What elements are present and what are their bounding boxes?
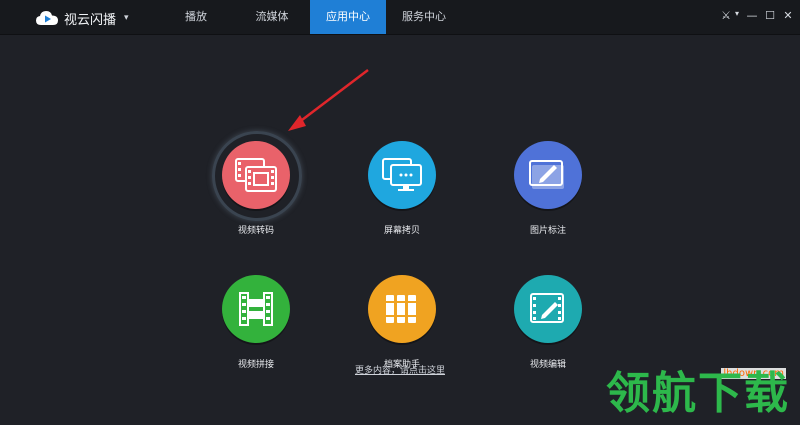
tab-play[interactable]: 播放 bbox=[158, 0, 234, 34]
video-splice-icon bbox=[239, 292, 273, 326]
cloud-play-logo-icon bbox=[36, 9, 58, 27]
tab-streaming[interactable]: 流媒体 bbox=[234, 0, 310, 34]
window-controls: ⚔ ▾ — ☐ ✕ bbox=[720, 9, 794, 22]
app-archive-assistant-circle bbox=[368, 275, 436, 343]
tab-app-center[interactable]: 应用中心 bbox=[310, 0, 386, 34]
image-annotate-icon bbox=[529, 160, 564, 189]
app-archive-assistant[interactable]: 档案助手 bbox=[342, 275, 462, 370]
app-video-edit-circle bbox=[514, 275, 582, 343]
app-video-splice-circle bbox=[222, 275, 290, 343]
title-bar: 视云闪播 ▾ 播放 流媒体 应用中心 服务中心 ⚔ ▾ — ☐ ✕ bbox=[0, 0, 800, 35]
watermark-text: 领航下载 bbox=[606, 368, 790, 419]
chevron-down-icon[interactable]: ▾ bbox=[734, 9, 740, 22]
app-screen-copy[interactable]: 屏幕拷贝 bbox=[342, 141, 462, 236]
app-label: 视频转码 bbox=[237, 226, 274, 236]
app-image-annotate[interactable]: 图片标注 bbox=[488, 141, 608, 236]
screen-copy-icon bbox=[382, 158, 422, 191]
settings-icon[interactable]: ⚔ bbox=[720, 9, 732, 22]
app-name: 视云闪播 bbox=[64, 12, 117, 28]
close-icon[interactable]: ✕ bbox=[782, 9, 794, 22]
app-video-splice[interactable]: 视频拼接 bbox=[196, 275, 316, 370]
app-video-transcode-circle bbox=[212, 131, 302, 221]
tab-service-center[interactable]: 服务中心 bbox=[386, 0, 462, 34]
main-tabs: 播放 流媒体 应用中心 服务中心 bbox=[158, 0, 462, 34]
app-video-transcode[interactable]: 视频转码 bbox=[196, 131, 316, 236]
maximize-icon[interactable]: ☐ bbox=[764, 9, 776, 22]
app-image-annotate-circle bbox=[514, 141, 582, 209]
app-screen-copy-circle bbox=[368, 141, 436, 209]
minimize-icon[interactable]: — bbox=[746, 9, 758, 22]
app-label: 图片标注 bbox=[529, 226, 566, 236]
archive-assistant-icon bbox=[386, 295, 416, 323]
app-video-edit[interactable]: 视频编辑 bbox=[488, 275, 608, 370]
video-edit-icon bbox=[530, 293, 564, 323]
app-brand-menu[interactable]: 视云闪播 ▾ bbox=[36, 8, 129, 28]
app-label: 屏幕拷贝 bbox=[383, 226, 420, 236]
video-transcode-icon bbox=[235, 158, 277, 192]
chevron-down-icon: ▾ bbox=[124, 13, 129, 23]
